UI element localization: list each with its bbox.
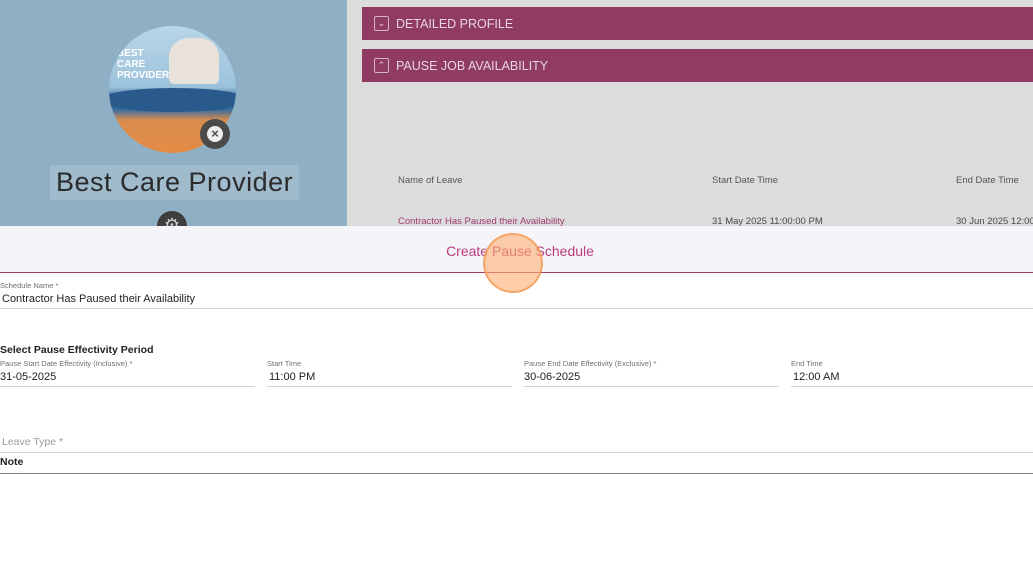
create-pause-schedule-dialog: Create Pause Schedule Schedule Name * Co… — [0, 226, 1033, 576]
accordion-label: PAUSE JOB AVAILABILITY — [396, 58, 549, 73]
provider-name: Best Care Provider — [50, 165, 300, 200]
background-page: BEST CARE PROVIDER × Best Care Provider ⚙ … — [0, 0, 1033, 226]
section-heading: Select Pause Effectivity Period — [0, 344, 154, 356]
field-label: Pause Start Date Effectivity (Inclusive)… — [0, 359, 133, 368]
end-time-field[interactable]: End Time 12:00 AM — [791, 359, 1033, 387]
start-time-field[interactable]: Start Time 11:00 PM — [267, 359, 512, 387]
field-label: Start Time — [267, 359, 302, 368]
schedule-name-field[interactable]: Schedule Name * Contractor Has Paused th… — [0, 281, 1033, 309]
column-header-name: Name of Leave — [398, 175, 463, 186]
leave-name-link[interactable]: Contractor Has Paused their Availability — [398, 216, 565, 226]
pause-start-date-field[interactable]: Pause Start Date Effectivity (Inclusive)… — [0, 359, 255, 387]
field-value: 30-06-2025 — [524, 371, 581, 383]
close-circle-icon: × — [207, 126, 223, 142]
field-value: 11:00 PM — [269, 371, 316, 383]
chevron-up-icon: ⌃ — [374, 58, 389, 73]
accordion-label: DETAILED PROFILE — [396, 16, 514, 31]
table-cell-end: 30 Jun 2025 12:00 — [956, 216, 1033, 226]
column-header-end: End Date Time — [956, 175, 1019, 186]
remove-avatar-button[interactable]: × — [200, 119, 230, 149]
field-value: 12:00 AM — [793, 371, 840, 383]
settings-button[interactable]: ⚙ — [157, 211, 187, 226]
note-field[interactable]: Note — [0, 454, 1033, 474]
accordion-detailed-profile[interactable]: ⌄ DETAILED PROFILE — [362, 7, 1033, 40]
field-label: Pause End Date Effectivity (Exclusive) * — [524, 359, 657, 368]
avatar-wave — [109, 88, 236, 112]
field-label: End Time — [791, 359, 823, 368]
table-cell-start: 31 May 2025 11:00:00 PM — [712, 216, 823, 226]
field-value: 31-05-2025 — [0, 371, 57, 383]
pause-end-date-field[interactable]: Pause End Date Effectivity (Exclusive) *… — [524, 359, 779, 387]
leave-type-placeholder: Leave Type * — [2, 436, 64, 448]
chevron-down-icon: ⌄ — [374, 16, 389, 31]
gear-icon: ⚙ — [163, 215, 181, 226]
note-label: Note — [0, 456, 24, 468]
caregiver-photo — [169, 38, 219, 84]
accordion-pause-job-availability[interactable]: ⌃ PAUSE JOB AVAILABILITY — [362, 49, 1033, 82]
field-label: Schedule Name * — [0, 281, 59, 290]
profile-panel: BEST CARE PROVIDER × Best Care Provider ⚙ — [0, 0, 347, 226]
avatar-logo-text: BEST CARE PROVIDER — [117, 48, 170, 81]
leave-type-select[interactable]: Leave Type * — [0, 434, 1033, 453]
field-value: Contractor Has Paused their Availability — [2, 293, 196, 305]
column-header-start: Start Date Time — [712, 175, 778, 186]
